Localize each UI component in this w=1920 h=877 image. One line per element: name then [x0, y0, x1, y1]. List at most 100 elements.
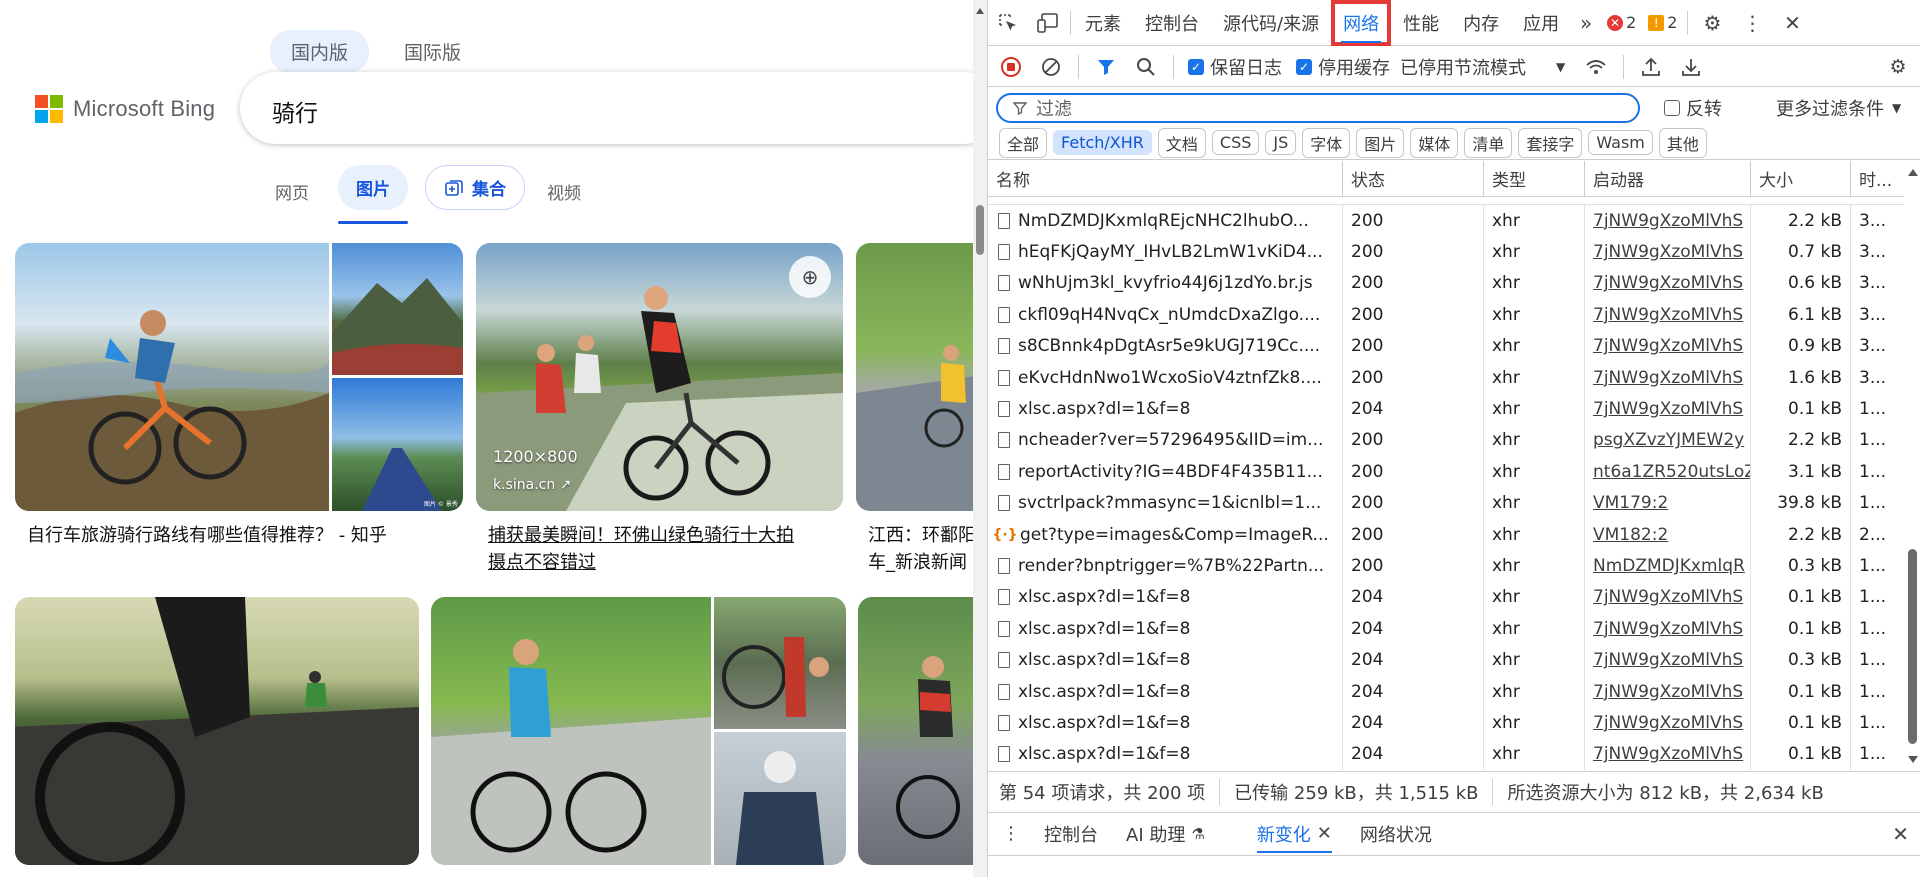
column-size[interactable]: 大小 [1751, 161, 1851, 196]
table-row[interactable]: xlsc.aspx?dl=1&f=8 204 xhr 7jNW9gXzoMlVhS 0.… [988, 581, 1904, 614]
table-scrollbar-thumb[interactable] [1908, 549, 1917, 744]
request-initiator[interactable]: 7jNW9gXzoMlVhS [1585, 393, 1751, 425]
table-row[interactable]: {·} get?type=images&Comp=ImageR... 200 xhr V… [988, 518, 1904, 551]
export-har-icon[interactable] [1674, 50, 1708, 84]
scroll-up-icon[interactable] [1908, 169, 1918, 176]
table-scrollbar[interactable] [1904, 161, 1920, 771]
request-initiator[interactable]: psgXZvzYJMEW2y [1585, 424, 1751, 457]
drawer-tab-ai-assistance[interactable]: AI 助理 ⚗ [1112, 813, 1219, 855]
table-row[interactable]: hEqFKjQayMY_IHvLB2LmW1vKiD4... 200 xhr 7jNW… [988, 236, 1904, 268]
table-row[interactable]: xlsc.aspx?dl=1&f=8 204 xhr 7jNW9gXzoMlVhS 0.… [988, 613, 1904, 645]
table-row[interactable]: xlsc.aspx?dl=1&f=8 204 xhr 7jNW9gXzoMlVhS 0.… [988, 738, 1904, 771]
column-name[interactable]: 名称 [988, 161, 1343, 196]
type-filter-js[interactable]: JS [1265, 130, 1297, 155]
image-result-4[interactable] [15, 597, 419, 865]
request-initiator[interactable]: 7jNW9gXzoMlVhS [1585, 205, 1751, 237]
filter-input[interactable]: 过滤 [996, 93, 1640, 123]
type-filter-ws[interactable]: 套接字 [1518, 127, 1583, 158]
table-row[interactable]: NmDZMDJKxmlqREjcNHC2lhubO... 200 xhr 7jNW9g… [988, 205, 1904, 237]
preserve-log-checkbox[interactable]: ✓ 保留日志 [1188, 54, 1282, 80]
import-har-icon[interactable] [1634, 50, 1668, 84]
tab-web[interactable]: 网页 [275, 179, 309, 204]
table-row[interactable]: xlsc.aspx?dl=1&f=8 204 xhr 7jNW9gXzoMlVhS 0.… [988, 644, 1904, 676]
error-badge[interactable]: ✕ 2 [1601, 13, 1642, 32]
image-result-1[interactable]: 图片 © 景秀 [15, 243, 463, 511]
request-initiator[interactable]: 7jNW9gXzoMlVhS [1585, 581, 1751, 614]
request-initiator[interactable]: NmDZMDJKxmlqR [1585, 550, 1751, 582]
result-caption-2[interactable]: 捕获最美瞬间！环佛山绿色骑行十大拍 摄点不容错过 [488, 522, 794, 576]
tab-images[interactable]: 图片 [338, 165, 408, 224]
more-tabs-icon[interactable]: » [1571, 0, 1601, 46]
add-to-collection-icon[interactable]: ⊕ [789, 256, 831, 298]
request-initiator[interactable]: 7jNW9gXzoMlVhS [1585, 236, 1751, 268]
search-box[interactable]: 骑行 [240, 72, 973, 144]
disable-cache-checkbox[interactable]: ✓ 停用缓存 [1296, 54, 1390, 80]
search-query[interactable]: 骑行 [272, 94, 318, 128]
tab-network[interactable]: 网络 [1331, 0, 1392, 46]
table-row[interactable]: ckfl09qH4NvqCx_nUmdcDxaZlgo.... 200 xhr 7jN… [988, 299, 1904, 331]
request-initiator[interactable]: 7jNW9gXzoMlVhS [1585, 707, 1751, 739]
inspect-element-icon[interactable] [988, 0, 1028, 46]
result-caption-1[interactable]: 自行车旅游骑行路线有哪些值得推荐？ - 知乎 [27, 522, 387, 549]
table-row[interactable]: wNhUjm3kl_kvyfrio44J6j1zdYo.br.js 200 xhr 7… [988, 267, 1904, 300]
more-options-icon[interactable]: ⋮ [1732, 0, 1772, 46]
type-filter-doc[interactable]: 文档 [1157, 127, 1206, 158]
image-result-5[interactable] [431, 597, 846, 865]
request-initiator[interactable]: 7jNW9gXzoMlVhS [1585, 675, 1751, 708]
tab-performance[interactable]: 性能 [1391, 0, 1451, 46]
device-toolbar-icon[interactable] [1028, 0, 1068, 46]
filter-icon[interactable] [1089, 50, 1123, 84]
page-scrollbar-thumb[interactable] [976, 205, 984, 255]
network-settings-gear-icon[interactable]: ⚙ [1881, 50, 1915, 84]
drawer-tab-network-conditions[interactable]: 网络状况 [1346, 813, 1446, 855]
market-tab-domestic[interactable]: 国内版 [270, 30, 370, 73]
table-row[interactable]: render?bnptrigger=%7B%22Partn... 200 xhr Nm… [988, 550, 1904, 582]
table-row[interactable]: xlsc.aspx?dl=1&f=8 204 xhr 7jNW9gXzoMlVhS 0.… [988, 675, 1904, 708]
more-filters-dropdown[interactable]: 更多过滤条件 ▼ [1776, 95, 1901, 121]
request-initiator[interactable]: VM182:2 [1585, 518, 1751, 551]
market-tab-international[interactable]: 国际版 [383, 30, 482, 73]
request-initiator[interactable]: 7jNW9gXzoMlVhS [1585, 267, 1751, 300]
column-type[interactable]: 类型 [1484, 161, 1585, 196]
tab-application[interactable]: 应用 [1511, 0, 1571, 46]
type-filter-font[interactable]: 字体 [1302, 127, 1351, 158]
table-row[interactable]: eKvcHdnNwo1WcxoSioV4ztnfZk8.... 200 xhr 7jN… [988, 361, 1904, 394]
close-devtools-icon[interactable]: ✕ [1772, 0, 1812, 46]
tab-memory[interactable]: 内存 [1451, 0, 1511, 46]
column-time[interactable]: 时... [1851, 161, 1904, 196]
image-result-6[interactable] [858, 597, 973, 865]
image-result-3[interactable] [856, 243, 973, 511]
request-initiator[interactable]: 7jNW9gXzoMlVhS [1585, 613, 1751, 645]
request-initiator[interactable]: 7jNW9gXzoMlVhS [1585, 738, 1751, 771]
settings-gear-icon[interactable]: ⚙ [1692, 0, 1732, 46]
tab-sources[interactable]: 源代码/来源 [1211, 0, 1331, 46]
bing-logo[interactable]: Microsoft Bing [35, 95, 215, 123]
type-filter-media[interactable]: 媒体 [1410, 127, 1459, 158]
type-filter-css[interactable]: CSS [1211, 130, 1260, 155]
type-filter-img[interactable]: 图片 [1356, 127, 1405, 158]
table-row[interactable]: s8CBnnk4pDgtAsr5e9kUGJ719Cc.... 200 xhr 7jN… [988, 330, 1904, 362]
close-tab-icon[interactable]: ✕ [1317, 823, 1332, 844]
tab-elements[interactable]: 元素 [1073, 0, 1133, 46]
search-icon[interactable] [1129, 50, 1163, 84]
scroll-up-icon[interactable] [976, 8, 984, 14]
column-initiator[interactable]: 启动器 [1585, 161, 1751, 196]
request-initiator[interactable]: nt6a1ZR520utsLoZ [1585, 456, 1751, 488]
close-drawer-icon[interactable]: ✕ [1892, 813, 1909, 855]
table-row[interactable]: xlsc.aspx?dl=1&f=8 204 xhr 7jNW9gXzoMlVhS 0.… [988, 393, 1904, 425]
stop-recording-icon[interactable] [994, 50, 1028, 84]
tab-collections[interactable]: 集合 [425, 165, 525, 210]
request-initiator[interactable]: VM179:2 [1585, 487, 1751, 519]
page-scrollbar[interactable] [973, 0, 987, 877]
type-filter-wasm[interactable]: Wasm [1588, 130, 1653, 155]
warning-badge[interactable]: ! 2 [1642, 13, 1683, 32]
type-filter-all[interactable]: 全部 [999, 127, 1048, 158]
request-initiator[interactable]: 7jNW9gXzoMlVhS [1585, 361, 1751, 394]
tab-videos[interactable]: 视频 [547, 179, 581, 204]
drawer-tab-console[interactable]: 控制台 [1030, 813, 1112, 855]
network-conditions-icon[interactable] [1579, 50, 1613, 84]
drawer-menu-icon[interactable]: ⋮ [988, 813, 1030, 855]
request-initiator[interactable]: 7jNW9gXzoMlVhS [1585, 330, 1751, 362]
table-row[interactable]: ncheader?ver=57296495&IID=im... 200 xhr psg… [988, 424, 1904, 457]
type-filter-manifest[interactable]: 清单 [1464, 127, 1513, 158]
